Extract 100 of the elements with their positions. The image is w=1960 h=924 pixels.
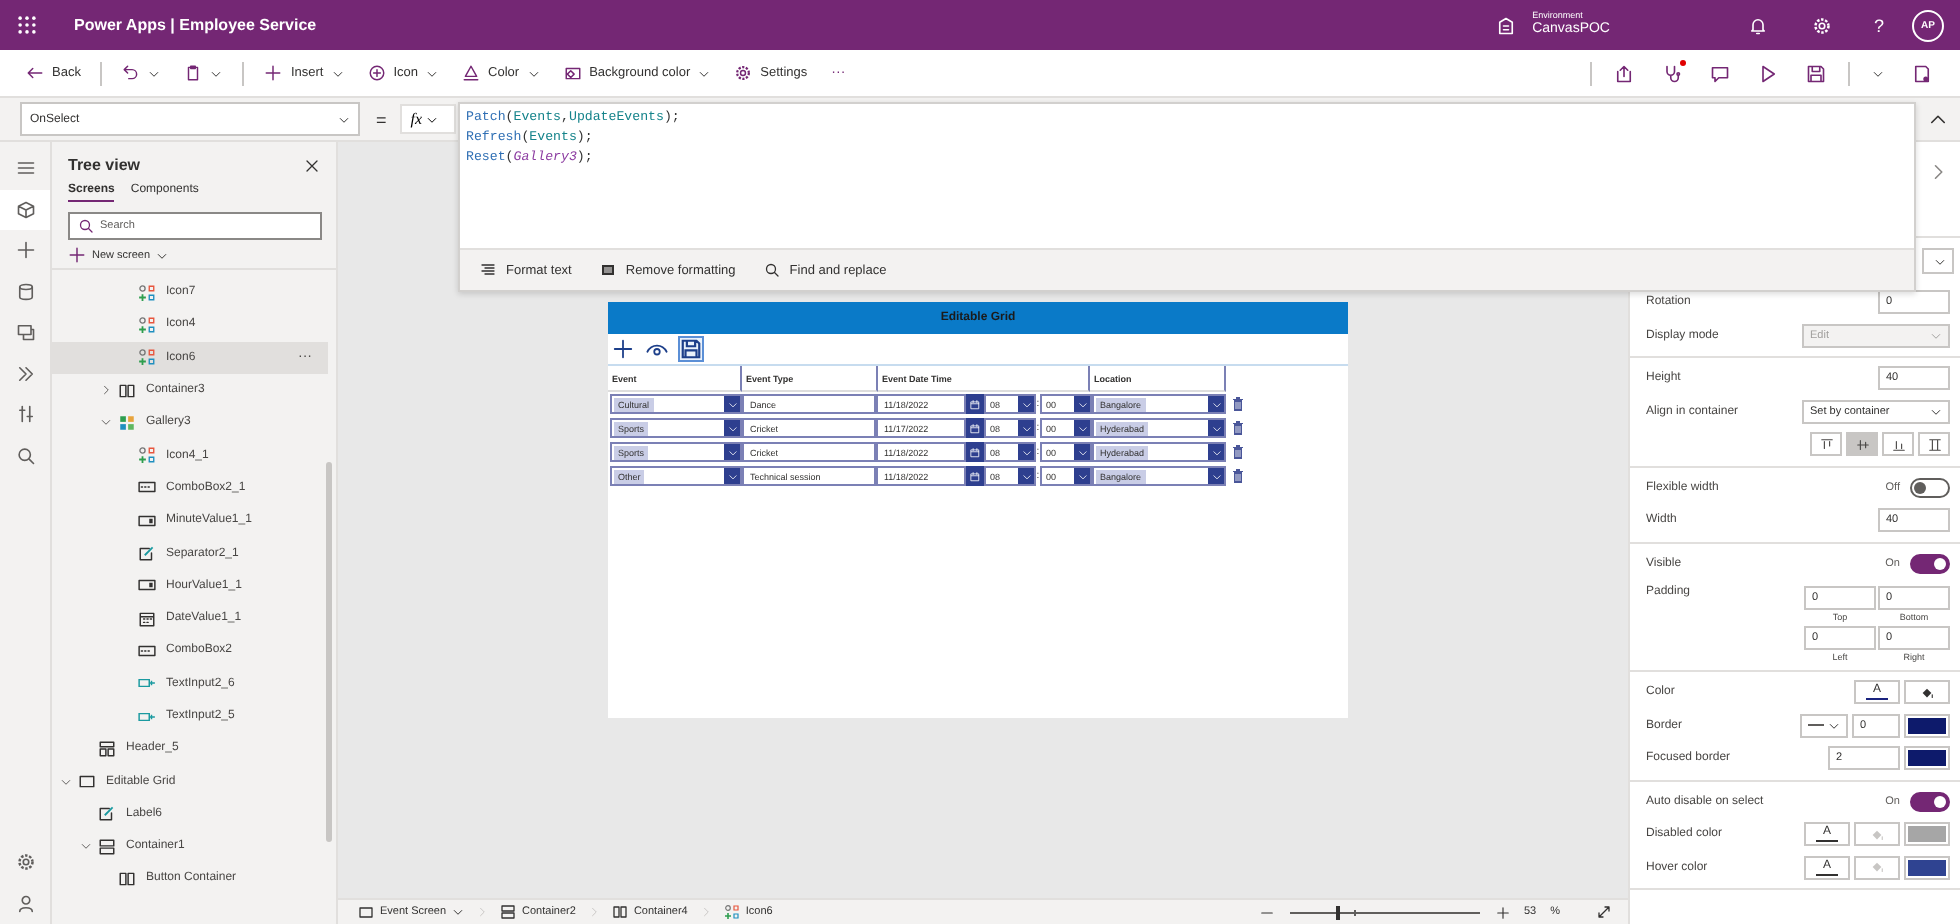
waffle-menu-icon[interactable] xyxy=(16,14,38,36)
media-icon xyxy=(15,322,35,343)
publish-icon[interactable] xyxy=(1912,63,1932,83)
combobox-icon xyxy=(138,478,156,497)
search-icon xyxy=(15,445,35,466)
chevron-down-icon xyxy=(1211,471,1221,481)
flow-icon xyxy=(15,363,35,384)
fill-color-icon[interactable] xyxy=(1870,827,1884,842)
align-button[interactable] xyxy=(1882,432,1914,457)
align-button[interactable] xyxy=(1918,432,1950,457)
rail-button[interactable] xyxy=(0,189,50,230)
chevron-down-icon xyxy=(1211,399,1221,409)
calendar-icon xyxy=(970,471,980,481)
align-stretch-icon xyxy=(1927,437,1941,452)
function-button[interactable]: fx xyxy=(400,104,457,134)
align-button[interactable] xyxy=(1810,432,1842,457)
chevron-down-icon xyxy=(1211,423,1221,433)
stethoscope-icon[interactable] xyxy=(1662,63,1682,83)
settings-icon xyxy=(734,64,753,82)
sliders-icon xyxy=(15,404,35,425)
chevron-down-icon xyxy=(426,113,439,125)
chevron-down-icon xyxy=(727,471,737,481)
screen-icon xyxy=(358,904,374,920)
trash-icon[interactable] xyxy=(1230,442,1246,462)
trash-icon[interactable] xyxy=(1230,394,1246,414)
chevron-down-icon xyxy=(1077,471,1087,481)
save-icon[interactable] xyxy=(680,338,702,360)
help-button[interactable]: ? xyxy=(1873,15,1884,35)
chevron-right-icon xyxy=(699,906,712,918)
chevron-down-icon xyxy=(1077,423,1087,433)
chevron-down-icon xyxy=(727,399,737,409)
plus-icon[interactable] xyxy=(612,338,634,360)
undo-icon xyxy=(122,64,141,82)
color-swatch[interactable] xyxy=(1908,826,1946,843)
chevron-down-icon xyxy=(156,249,169,261)
building-icon xyxy=(1496,15,1517,35)
share-icon[interactable] xyxy=(1614,63,1634,83)
chevron-down-icon xyxy=(1828,719,1840,732)
play-icon[interactable] xyxy=(1758,63,1778,83)
fill-color-icon[interactable] xyxy=(1920,685,1934,700)
gallery-icon xyxy=(118,413,136,432)
chevron-down-icon[interactable] xyxy=(1872,67,1884,79)
chevron-down-icon[interactable] xyxy=(80,840,92,853)
align-button[interactable] xyxy=(1846,432,1878,457)
border-style-dropdown[interactable] xyxy=(1800,713,1848,738)
chevron-down-icon xyxy=(1930,329,1942,342)
chevron-down-icon xyxy=(1930,405,1942,418)
chevron-right-icon[interactable] xyxy=(100,384,112,397)
account-icon[interactable] xyxy=(15,893,35,914)
shapes-icon xyxy=(138,315,156,334)
chevron-down-icon xyxy=(1934,255,1946,267)
toggle-switch[interactable] xyxy=(1910,477,1950,498)
plus-icon xyxy=(264,64,283,82)
format-text-icon xyxy=(480,262,496,278)
align-bottom-icon xyxy=(1891,437,1905,452)
dropdown-field[interactable] xyxy=(1922,248,1954,274)
plus-icon xyxy=(15,240,35,261)
edit-box-icon xyxy=(98,804,116,823)
remove-formatting-icon xyxy=(599,262,616,278)
comment-icon[interactable] xyxy=(1710,63,1730,83)
chevron-right-icon xyxy=(476,906,489,918)
fill-color-icon[interactable] xyxy=(1870,860,1884,875)
plus-icon xyxy=(68,246,86,264)
app-title: Power Apps | Employee Service xyxy=(74,16,317,34)
chevron-down-icon xyxy=(1077,399,1087,409)
expand-icon[interactable] xyxy=(1596,904,1612,920)
save-icon[interactable] xyxy=(1806,63,1826,83)
color-swatch[interactable] xyxy=(1908,717,1946,734)
clipboard-icon xyxy=(184,64,203,82)
toggle-switch[interactable] xyxy=(1910,553,1950,574)
date-picker-button[interactable] xyxy=(966,465,984,487)
settings-icon[interactable] xyxy=(15,852,35,873)
close-icon[interactable] xyxy=(304,157,320,173)
background-fill-icon xyxy=(563,64,582,82)
calendar-icon xyxy=(970,447,980,457)
menu-icon xyxy=(15,158,35,179)
cube-icon xyxy=(15,199,35,220)
calendar-icon xyxy=(970,423,980,433)
date-picker-button[interactable] xyxy=(966,393,984,415)
rows-icon xyxy=(500,904,517,920)
trash-icon[interactable] xyxy=(1230,466,1246,486)
bell-icon[interactable] xyxy=(1747,15,1768,35)
date-picker-button[interactable] xyxy=(966,441,984,463)
date-picker-button[interactable] xyxy=(966,417,984,439)
color-swatch[interactable] xyxy=(1908,750,1946,767)
chevron-down-icon xyxy=(1021,423,1031,433)
chevron-down-icon[interactable] xyxy=(60,775,72,788)
chevron-down-icon[interactable] xyxy=(100,416,112,429)
chevron-down-icon xyxy=(1021,447,1031,457)
chevron-down-icon xyxy=(1021,399,1031,409)
panel-title: Tree view xyxy=(68,156,141,174)
columns-icon xyxy=(611,904,628,920)
columns-icon xyxy=(118,869,136,888)
slider-thumb[interactable] xyxy=(1335,905,1340,919)
trash-icon[interactable] xyxy=(1230,418,1246,438)
search-icon xyxy=(78,218,94,234)
shapes-icon xyxy=(138,348,156,367)
input-icon xyxy=(138,511,156,530)
color-swatch[interactable] xyxy=(1908,859,1946,876)
toggle-switch[interactable] xyxy=(1910,791,1950,812)
